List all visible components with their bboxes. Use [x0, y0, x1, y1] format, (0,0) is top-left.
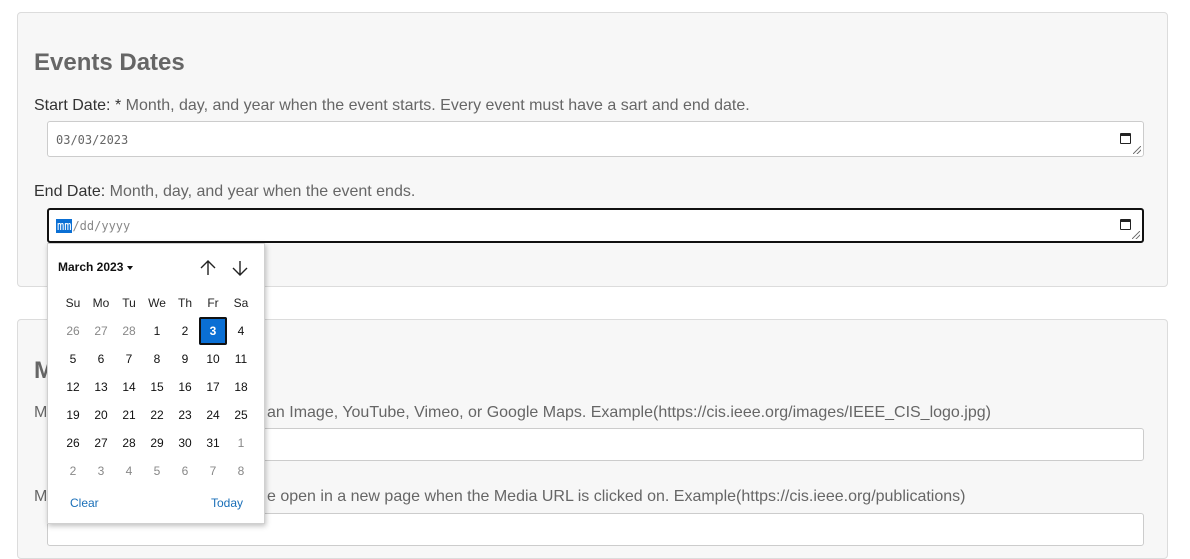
- start-date-input[interactable]: 03/03/2023: [47, 121, 1144, 157]
- month-year-label: March 2023: [58, 260, 124, 274]
- day-cell[interactable]: 4: [115, 457, 143, 485]
- day-cell[interactable]: 26: [59, 317, 87, 345]
- day-cell[interactable]: 12: [59, 373, 87, 401]
- day-cell[interactable]: 1: [143, 317, 171, 345]
- weekday-label: Fr: [207, 296, 219, 310]
- day-cell[interactable]: 15: [143, 373, 171, 401]
- day-cell[interactable]: 16: [171, 373, 199, 401]
- arrow-up-icon: [200, 260, 216, 275]
- month-year-dropdown[interactable]: March 2023: [58, 260, 134, 274]
- day-cell[interactable]: 1: [227, 429, 255, 457]
- start-date-value: 03/03/2023: [56, 133, 129, 147]
- media-url-help: an Image, YouTube, Vimeo, or Google Maps…: [267, 404, 991, 421]
- day-cell[interactable]: 22: [143, 401, 171, 429]
- date-picker-popup: March 2023 Su Mo Tu We Th Fr Sa 26 27 28…: [47, 243, 265, 524]
- day-cell[interactable]: 28: [115, 429, 143, 457]
- day-cell[interactable]: 8: [227, 457, 255, 485]
- day-cell[interactable]: 24: [199, 401, 227, 429]
- day-cell[interactable]: 11: [227, 345, 255, 373]
- day-cell[interactable]: 2: [59, 457, 87, 485]
- day-cell[interactable]: 7: [199, 457, 227, 485]
- day-cell[interactable]: 6: [87, 345, 115, 373]
- day-cell[interactable]: 18: [227, 373, 255, 401]
- day-cell[interactable]: 5: [59, 345, 87, 373]
- calendar-week: 2 3 4 5 6 7 8: [59, 457, 255, 485]
- day-cell[interactable]: 29: [143, 429, 171, 457]
- day-cell[interactable]: 26: [59, 429, 87, 457]
- media-url-label-partial: M: [34, 404, 48, 421]
- day-cell[interactable]: 13: [87, 373, 115, 401]
- day-cell[interactable]: 5: [143, 457, 171, 485]
- selected-day-cell[interactable]: 3: [199, 317, 227, 345]
- day-cell[interactable]: 21: [115, 401, 143, 429]
- arrow-down-icon: [232, 261, 248, 276]
- weekday-label: Su: [65, 296, 81, 310]
- next-month-button[interactable]: [229, 257, 251, 279]
- day-cell[interactable]: 10: [199, 345, 227, 373]
- resize-handle-icon[interactable]: [1133, 146, 1141, 154]
- weekday-header: Su Mo Tu We Th Fr Sa: [59, 289, 255, 317]
- resize-handle-icon[interactable]: [1132, 231, 1140, 239]
- day-cell[interactable]: 3: [87, 457, 115, 485]
- date-rest-segments[interactable]: /dd/yyyy: [72, 219, 130, 233]
- calendar-week: 19 20 21 22 23 24 25: [59, 401, 255, 429]
- end-date-input[interactable]: mm/dd/yyyy: [47, 208, 1144, 243]
- previous-month-button[interactable]: [197, 257, 219, 279]
- day-cell[interactable]: 2: [171, 317, 199, 345]
- calendar-week: 26 27 28 1 2 3 4: [59, 317, 255, 345]
- weekday-label: Tu: [122, 296, 136, 310]
- day-cell[interactable]: 27: [87, 429, 115, 457]
- day-cell[interactable]: 9: [171, 345, 199, 373]
- day-cell[interactable]: 8: [143, 345, 171, 373]
- day-cell[interactable]: 31: [199, 429, 227, 457]
- calendar-week: 12 13 14 15 16 17 18: [59, 373, 255, 401]
- day-cell[interactable]: 17: [199, 373, 227, 401]
- day-cell[interactable]: 30: [171, 429, 199, 457]
- end-date-label: End Date:: [34, 183, 106, 200]
- month-segment[interactable]: mm: [56, 219, 73, 233]
- day-cell[interactable]: 19: [59, 401, 87, 429]
- day-cell[interactable]: 25: [227, 401, 255, 429]
- calendar-week: 5 6 7 8 9 10 11: [59, 345, 255, 373]
- calendar-week: 26 27 28 29 30 31 1: [59, 429, 255, 457]
- weekday-label: Th: [177, 296, 192, 310]
- calendar-icon[interactable]: [1120, 219, 1131, 230]
- start-date-label: Start Date:: [34, 97, 111, 114]
- end-date-placeholder[interactable]: mm/dd/yyyy: [56, 219, 130, 233]
- day-cell[interactable]: 14: [115, 373, 143, 401]
- day-cell[interactable]: 7: [115, 345, 143, 373]
- calendar-icon[interactable]: [1120, 133, 1131, 144]
- link-url-label-partial: M: [34, 488, 48, 505]
- link-url-help: e open in a new page when the Media URL …: [267, 488, 966, 505]
- clear-button[interactable]: Clear: [70, 496, 99, 510]
- end-date-label-line: End Date: Month, day, and year when the …: [34, 183, 415, 201]
- weekday-label: Sa: [233, 296, 249, 310]
- required-marker: *: [114, 97, 122, 114]
- today-button[interactable]: Today: [211, 496, 243, 510]
- start-date-label-line: Start Date: * Month, day, and year when …: [34, 97, 750, 115]
- section-title: Events Dates: [34, 49, 185, 76]
- caret-down-icon: [127, 265, 134, 270]
- end-date-help: Month, day, and year when the event ends…: [109, 183, 416, 200]
- weekday-label: We: [148, 296, 166, 310]
- day-cell[interactable]: 6: [171, 457, 199, 485]
- start-date-help: Month, day, and year when the event star…: [125, 97, 750, 114]
- day-cell[interactable]: 4: [227, 317, 255, 345]
- day-cell[interactable]: 27: [87, 317, 115, 345]
- day-cell[interactable]: 23: [171, 401, 199, 429]
- day-cell[interactable]: 28: [115, 317, 143, 345]
- day-cell[interactable]: 20: [87, 401, 115, 429]
- weekday-label: Mo: [92, 296, 110, 310]
